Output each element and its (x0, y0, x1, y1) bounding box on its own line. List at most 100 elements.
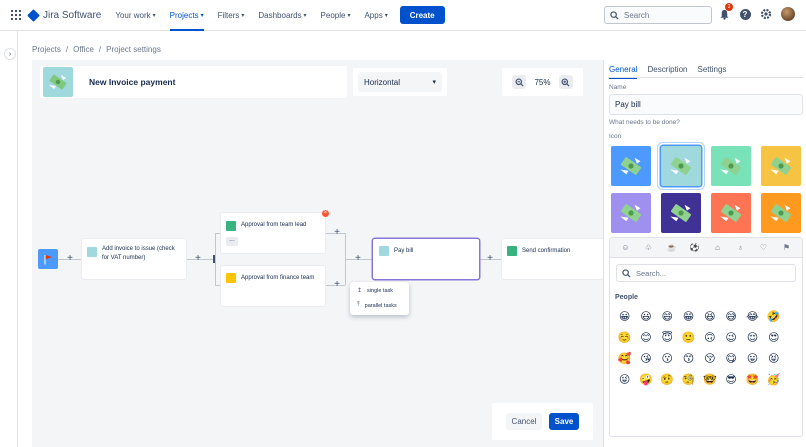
nav-label: Your work (115, 10, 151, 20)
icon-option-money-icon[interactable] (711, 146, 751, 186)
breadcrumb-project-settings[interactable]: Project settings (106, 45, 161, 54)
emoji-option[interactable]: 😅 (720, 306, 741, 327)
icon-option-money-icon[interactable] (611, 193, 651, 233)
menu-item-single-task[interactable]: ↥ single task (357, 287, 393, 295)
emoji-option[interactable]: 🤨 (657, 369, 678, 390)
emoji-option[interactable]: 😎 (720, 369, 741, 390)
emoji-option[interactable]: 😙 (678, 348, 699, 369)
emoji-option[interactable]: 🙂 (678, 327, 699, 348)
add-step-button[interactable]: + (64, 253, 76, 265)
more-options-button[interactable]: ... (226, 236, 238, 246)
icon-option-money-icon[interactable] (711, 193, 751, 233)
task-node-approval-lead[interactable]: Approval from team lead ... (221, 213, 325, 253)
emoji-option[interactable]: ☺️ (614, 327, 635, 348)
help-icon: ? (739, 8, 751, 20)
emoji-option[interactable]: 😂 (742, 306, 763, 327)
name-field[interactable]: Pay bill (609, 94, 803, 115)
emoji-option[interactable]: 😋 (720, 348, 741, 369)
nav-your-work[interactable]: Your work ▾ (115, 0, 155, 31)
symbols-icon[interactable]: ♡ (757, 243, 771, 252)
breadcrumb-office[interactable]: Office (73, 45, 94, 54)
icon-option-money-icon[interactable] (611, 146, 651, 186)
nature-icon[interactable]: ♧ (642, 243, 656, 252)
emoji-option[interactable]: 😃 (635, 306, 656, 327)
save-button[interactable]: Save (549, 413, 579, 430)
add-step-button[interactable]: + (352, 253, 364, 265)
layout-select[interactable]: Horizontal ▾ (358, 72, 442, 92)
emoji-option[interactable]: 😁 (678, 306, 699, 327)
emoji-option[interactable]: 😘 (635, 348, 656, 369)
nav-filters[interactable]: Filters ▾ (218, 0, 245, 31)
breadcrumb-projects[interactable]: Projects (32, 45, 61, 54)
emoji-option[interactable]: 😗 (657, 348, 678, 369)
create-button[interactable]: Create (399, 6, 445, 24)
activity-icon[interactable]: ⚽ (688, 243, 702, 252)
emoji-option[interactable]: 🧐 (678, 369, 699, 390)
emoji-option[interactable]: 😜 (614, 369, 635, 390)
icon-option-money-icon[interactable] (661, 193, 701, 233)
emoji-option[interactable]: 🤓 (699, 369, 720, 390)
emoji-option[interactable]: 🤪 (635, 369, 656, 390)
money-icon (379, 246, 389, 256)
objects-icon[interactable]: ♁ (734, 243, 748, 252)
cancel-button[interactable]: Cancel (506, 413, 542, 430)
branch-icon: ⤒ (357, 302, 360, 308)
emoji-option[interactable]: 🙃 (699, 327, 720, 348)
workflow-title[interactable]: New Invoice payment (89, 77, 175, 87)
zoom-in-button[interactable] (558, 75, 573, 89)
emoji-option[interactable]: 😆 (699, 306, 720, 327)
food-icon[interactable]: ☕ (665, 243, 679, 252)
global-search-input[interactable]: Search (604, 6, 712, 24)
emoji-option[interactable]: 😚 (699, 348, 720, 369)
emoji-option[interactable]: 😝 (763, 348, 784, 369)
chevron-down-icon: ▾ (303, 12, 307, 19)
gear-icon (760, 8, 772, 20)
emoji-option[interactable]: 😉 (720, 327, 741, 348)
add-step-button[interactable]: + (331, 279, 343, 291)
nav-apps[interactable]: Apps ▾ (364, 0, 387, 31)
settings-button[interactable] (760, 8, 772, 20)
emoji-option[interactable]: 😄 (657, 306, 678, 327)
add-step-button[interactable]: + (331, 227, 343, 239)
start-flag[interactable] (38, 249, 58, 269)
travel-icon[interactable]: ⌂ (711, 243, 725, 252)
branch-handle[interactable] (213, 255, 215, 263)
zoom-out-button[interactable] (512, 75, 527, 89)
emoji-option[interactable]: 😌 (742, 327, 763, 348)
nav-dashboards[interactable]: Dashboards ▾ (258, 0, 306, 31)
add-step-button[interactable]: + (484, 253, 496, 265)
icon-option-money-icon[interactable] (661, 146, 701, 186)
menu-item-parallel-tasks[interactable]: ⤒ parallel tasks (357, 302, 397, 309)
jira-logo[interactable]: Jira Software (27, 8, 101, 22)
emoji-search-input[interactable]: Search... (616, 264, 796, 282)
emoji-option[interactable]: 🥳 (763, 369, 784, 390)
emoji-option[interactable]: 😇 (657, 327, 678, 348)
nav-people[interactable]: People ▾ (321, 0, 351, 31)
money-icon[interactable] (43, 67, 73, 97)
delete-node-button[interactable]: × (322, 210, 329, 217)
emoji-section-title: People (615, 294, 638, 301)
task-node-send-confirmation[interactable]: Send confirmation (502, 239, 603, 279)
task-node-add-invoice[interactable]: Add invoice to issue (check for VAT numb… (82, 239, 186, 279)
avatar[interactable] (781, 7, 795, 21)
notifications-button[interactable]: 3 (718, 3, 733, 20)
flag-icon (44, 254, 52, 264)
nav-projects[interactable]: Projects ▾ (169, 0, 204, 31)
task-node-pay-bill[interactable]: Pay bill (373, 239, 479, 279)
help-button[interactable]: ? (739, 8, 751, 20)
emoji-option[interactable]: 🥰 (614, 348, 635, 369)
icon-option-money-icon[interactable] (761, 193, 801, 233)
icon-option-money-icon[interactable] (761, 146, 801, 186)
emoji-option[interactable]: 😍 (763, 327, 784, 348)
add-step-button[interactable]: + (192, 253, 204, 265)
smiley-icon[interactable]: ☺ (619, 243, 633, 252)
task-node-approval-finance[interactable]: Approval from finance team (221, 266, 325, 306)
expand-sidebar-button[interactable]: › (4, 48, 16, 60)
emoji-option[interactable]: 🤣 (763, 306, 784, 327)
flags-icon[interactable]: ⚑ (780, 243, 794, 252)
emoji-option[interactable]: 🤩 (742, 369, 763, 390)
emoji-option[interactable]: 😊 (635, 327, 656, 348)
emoji-option[interactable]: 😛 (742, 348, 763, 369)
app-switcher-icon[interactable] (11, 10, 21, 20)
emoji-option[interactable]: 😀 (614, 306, 635, 327)
